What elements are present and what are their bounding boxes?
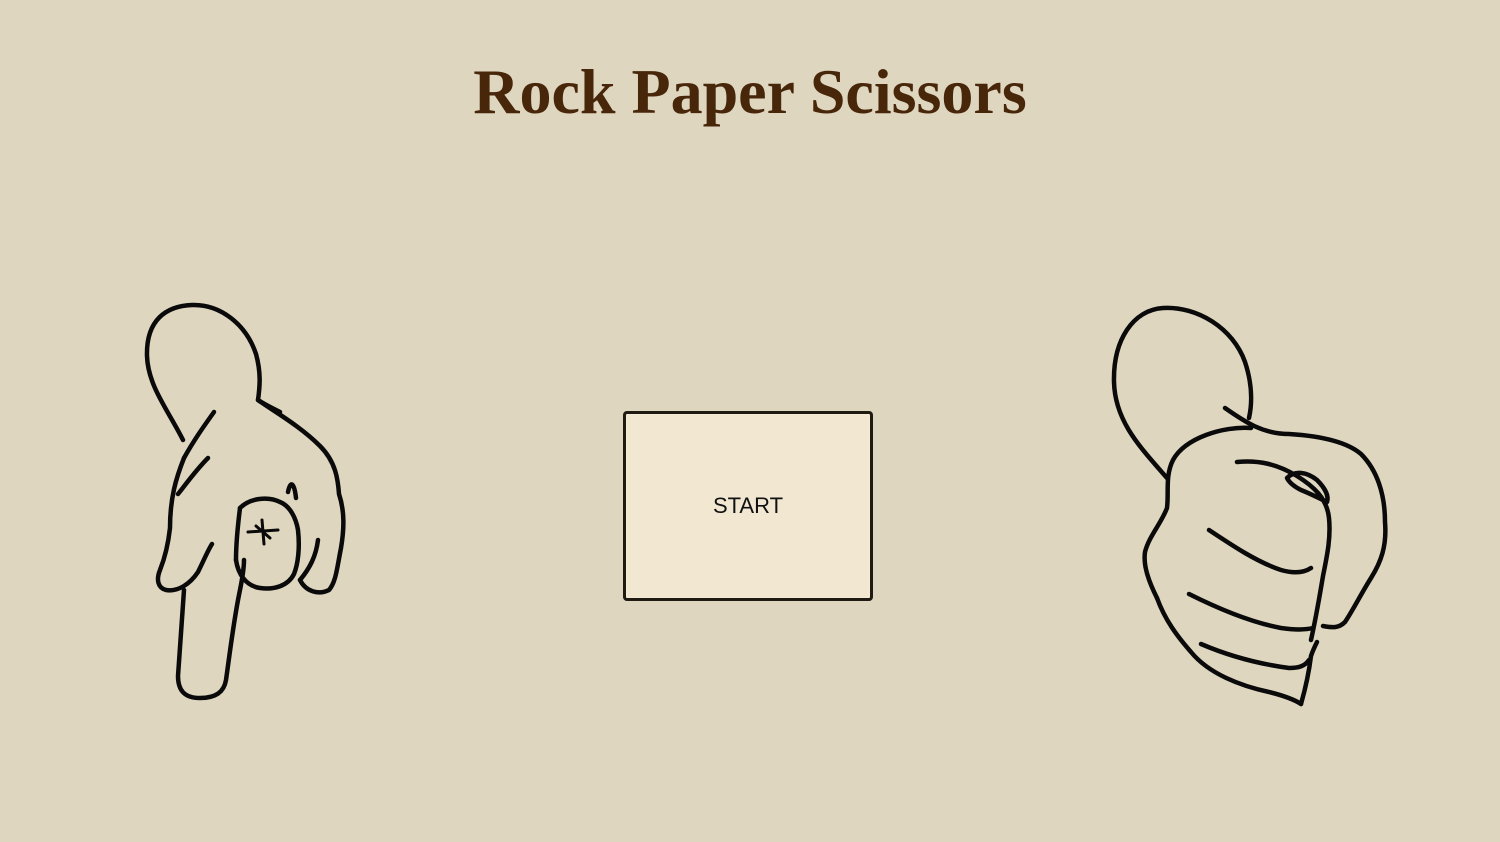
player-hand <box>140 298 355 708</box>
opponent-hand <box>1105 300 1395 710</box>
start-button[interactable]: START <box>623 411 873 601</box>
fist-hand-icon <box>1111 305 1388 707</box>
pointing-down-hand-icon <box>144 302 346 701</box>
page-title: Rock Paper Scissors <box>473 56 1027 127</box>
